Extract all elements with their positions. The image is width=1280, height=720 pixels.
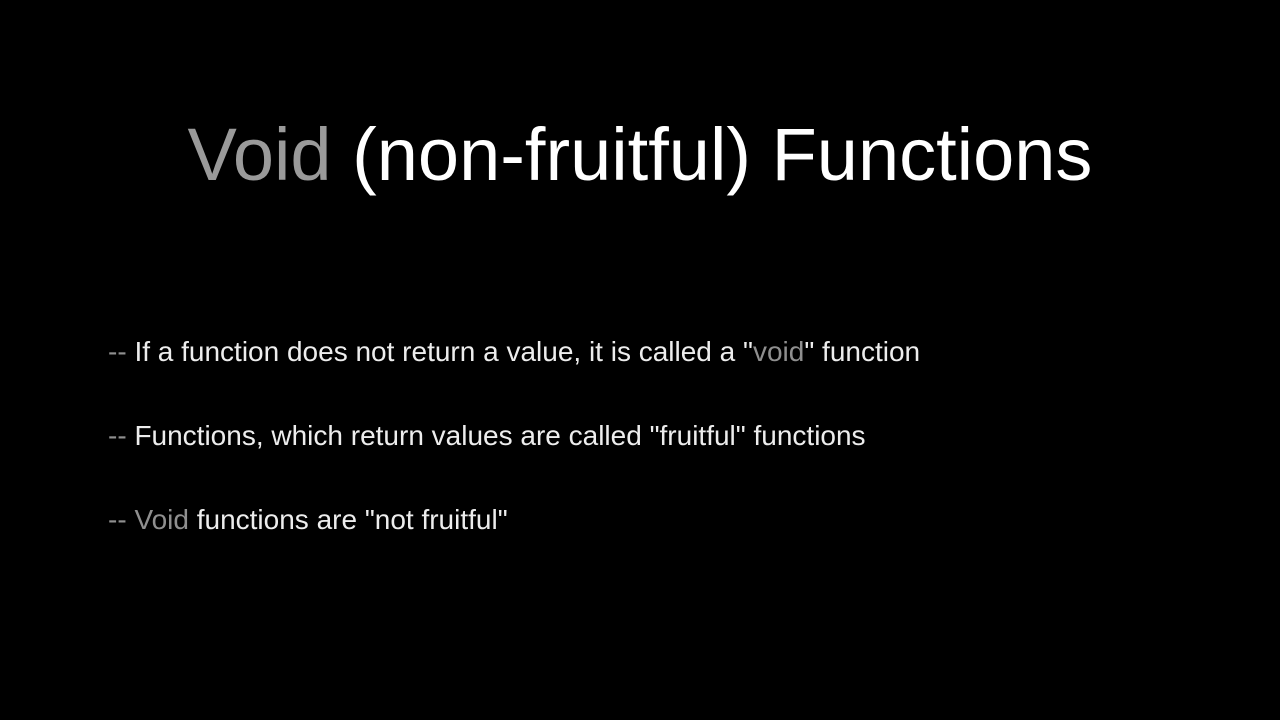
bullet-text: " function bbox=[804, 336, 920, 367]
bullet-highlight: Void bbox=[134, 504, 189, 535]
bullet-marker: -- bbox=[108, 504, 134, 535]
bullet-text: If a function does not return a value, i… bbox=[134, 336, 753, 367]
title-highlight: Void bbox=[188, 113, 332, 196]
list-item: -- Void functions are "not fruitful" bbox=[108, 501, 1220, 539]
slide-title: Void (non-fruitful) Functions bbox=[0, 112, 1280, 197]
bullet-highlight: void bbox=[753, 336, 804, 367]
bullet-text: functions are "not fruitful" bbox=[189, 504, 508, 535]
list-item: -- If a function does not return a value… bbox=[108, 333, 1220, 371]
list-item: -- Functions, which return values are ca… bbox=[108, 417, 1220, 455]
bullet-text: Functions, which return values are calle… bbox=[134, 420, 865, 451]
slide: Void (non-fruitful) Functions -- If a fu… bbox=[0, 0, 1280, 720]
bullet-marker: -- bbox=[108, 336, 134, 367]
bullet-marker: -- bbox=[108, 420, 134, 451]
bullet-list: -- If a function does not return a value… bbox=[108, 333, 1220, 584]
title-rest: (non-fruitful) Functions bbox=[332, 113, 1093, 196]
